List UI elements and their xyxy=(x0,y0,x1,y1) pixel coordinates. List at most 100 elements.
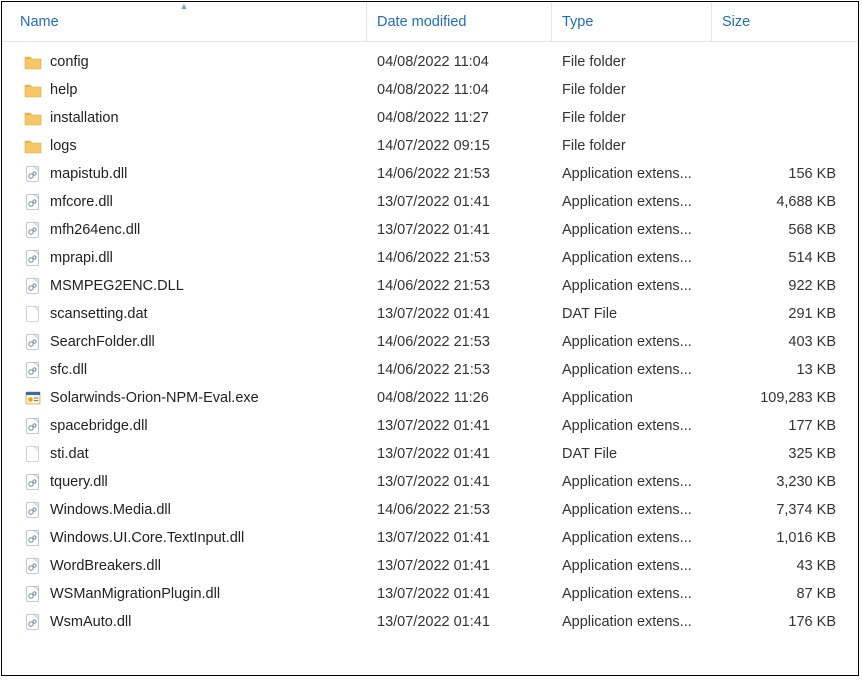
file-row[interactable]: scansetting.dat13/07/2022 01:41DAT File2… xyxy=(2,300,858,328)
file-name-label: installation xyxy=(50,110,119,126)
file-size-cell: 1,016 KB xyxy=(712,530,858,546)
dll-icon xyxy=(24,277,42,295)
file-name-label: MSMPEG2ENC.DLL xyxy=(50,278,184,294)
file-date-cell: 13/07/2022 01:41 xyxy=(367,306,552,322)
file-date-cell: 04/08/2022 11:04 xyxy=(367,54,552,70)
file-name-cell: scansetting.dat xyxy=(2,305,367,323)
file-row[interactable]: installation04/08/2022 11:27File folder xyxy=(2,104,858,132)
file-row[interactable]: logs14/07/2022 09:15File folder xyxy=(2,132,858,160)
file-row[interactable]: tquery.dll13/07/2022 01:41Application ex… xyxy=(2,468,858,496)
file-name-cell: sfc.dll xyxy=(2,361,367,379)
file-name-cell: SearchFolder.dll xyxy=(2,333,367,351)
file-name-label: sti.dat xyxy=(50,446,89,462)
file-name-label: config xyxy=(50,54,89,70)
dll-icon xyxy=(24,221,42,239)
file-name-label: WordBreakers.dll xyxy=(50,558,161,574)
file-type-cell: Application extens... xyxy=(552,530,712,546)
file-date-cell: 14/06/2022 21:53 xyxy=(367,502,552,518)
file-row[interactable]: mfcore.dll13/07/2022 01:41Application ex… xyxy=(2,188,858,216)
file-date-cell: 13/07/2022 01:41 xyxy=(367,586,552,602)
dll-icon xyxy=(24,529,42,547)
dll-icon xyxy=(24,165,42,183)
file-row[interactable]: mfh264enc.dll13/07/2022 01:41Application… xyxy=(2,216,858,244)
folder-icon xyxy=(24,109,42,127)
dll-icon xyxy=(24,417,42,435)
file-row[interactable]: spacebridge.dll13/07/2022 01:41Applicati… xyxy=(2,412,858,440)
file-name-cell: tquery.dll xyxy=(2,473,367,491)
file-name-cell: MSMPEG2ENC.DLL xyxy=(2,277,367,295)
file-size-cell: 291 KB xyxy=(712,306,858,322)
column-header-size[interactable]: Size xyxy=(712,2,858,41)
file-name-label: Solarwinds-Orion-NPM-Eval.exe xyxy=(50,390,259,406)
exe-icon xyxy=(24,389,42,407)
file-name-cell: WsmAuto.dll xyxy=(2,613,367,631)
file-name-cell: WSManMigrationPlugin.dll xyxy=(2,585,367,603)
file-type-cell: Application extens... xyxy=(552,334,712,350)
file-name-label: tquery.dll xyxy=(50,474,108,490)
file-name-label: spacebridge.dll xyxy=(50,418,148,434)
file-name-cell: Windows.Media.dll xyxy=(2,501,367,519)
file-type-cell: File folder xyxy=(552,54,712,70)
file-name-label: SearchFolder.dll xyxy=(50,334,155,350)
file-size-cell: 109,283 KB xyxy=(712,390,858,406)
file-row[interactable]: mapistub.dll14/06/2022 21:53Application … xyxy=(2,160,858,188)
file-size-cell: 13 KB xyxy=(712,362,858,378)
dll-icon xyxy=(24,333,42,351)
column-header-date-label: Date modified xyxy=(377,14,466,30)
file-row[interactable]: Windows.Media.dll14/06/2022 21:53Applica… xyxy=(2,496,858,524)
column-header-name[interactable]: Name ▲ xyxy=(2,2,367,41)
file-row[interactable]: SearchFolder.dll 14/06/2022 21:53Applicat… xyxy=(2,328,858,356)
file-type-cell: Application extens... xyxy=(552,166,712,182)
file-row[interactable]: sti.dat13/07/2022 01:41DAT File325 KB xyxy=(2,440,858,468)
file-name-cell: installation xyxy=(2,109,367,127)
file-name-cell: mprapi.dll xyxy=(2,249,367,267)
file-row[interactable]: Windows.UI.Core.TextInput.dll13/07/2022 … xyxy=(2,524,858,552)
file-size-cell: 568 KB xyxy=(712,222,858,238)
file-row[interactable]: help04/08/2022 11:04File folder xyxy=(2,76,858,104)
dll-icon xyxy=(24,585,42,603)
file-row[interactable]: WsmAuto.dll13/07/2022 01:41Application e… xyxy=(2,608,858,636)
file-size-cell: 4,688 KB xyxy=(712,194,858,210)
file-name-label: help xyxy=(50,82,77,98)
file-row[interactable]: config 04/08/2022 11:04File folder xyxy=(2,48,858,76)
file-size-cell: 87 KB xyxy=(712,586,858,602)
file-name-label: logs xyxy=(50,138,77,154)
file-date-cell: 14/06/2022 21:53 xyxy=(367,278,552,294)
file-date-cell: 13/07/2022 01:41 xyxy=(367,418,552,434)
file-row[interactable]: mprapi.dll14/06/2022 21:53Application ex… xyxy=(2,244,858,272)
file-type-cell: Application extens... xyxy=(552,474,712,490)
file-row[interactable]: sfc.dll14/06/2022 21:53Application exten… xyxy=(2,356,858,384)
column-header-row: Name ▲ Date modified Type Size xyxy=(2,2,858,42)
file-type-cell: DAT File xyxy=(552,446,712,462)
column-header-type-label: Type xyxy=(562,14,593,30)
file-size-cell: 403 KB xyxy=(712,334,858,350)
file-name-cell: logs xyxy=(2,137,367,155)
dat-icon xyxy=(24,305,42,323)
dat-icon xyxy=(24,445,42,463)
file-type-cell: Application extens... xyxy=(552,614,712,630)
dll-icon xyxy=(24,613,42,631)
file-date-cell: 13/07/2022 01:41 xyxy=(367,530,552,546)
file-row[interactable]: MSMPEG2ENC.DLL14/06/2022 21:53Applicatio… xyxy=(2,272,858,300)
file-name-label: mapistub.dll xyxy=(50,166,127,182)
dll-icon xyxy=(24,249,42,267)
file-list-pane: Name ▲ Date modified Type Size config 04/… xyxy=(1,1,859,676)
file-type-cell: Application xyxy=(552,390,712,406)
file-name-cell: Windows.UI.Core.TextInput.dll xyxy=(2,529,367,547)
file-date-cell: 14/06/2022 21:53 xyxy=(367,334,552,350)
file-type-cell: File folder xyxy=(552,138,712,154)
file-name-cell: Solarwinds-Orion-NPM-Eval.exe xyxy=(2,389,367,407)
file-size-cell: 176 KB xyxy=(712,614,858,630)
file-name-label: mfcore.dll xyxy=(50,194,113,210)
column-header-date[interactable]: Date modified xyxy=(367,2,552,41)
column-header-type[interactable]: Type xyxy=(552,2,712,41)
dll-icon xyxy=(24,473,42,491)
file-row[interactable]: WordBreakers.dll13/07/2022 01:41Applicat… xyxy=(2,552,858,580)
file-name-cell: config xyxy=(2,53,367,71)
file-row[interactable]: WSManMigrationPlugin.dll13/07/2022 01:41… xyxy=(2,580,858,608)
file-date-cell: 13/07/2022 01:41 xyxy=(367,446,552,462)
file-date-cell: 14/06/2022 21:53 xyxy=(367,362,552,378)
file-size-cell: 3,230 KB xyxy=(712,474,858,490)
file-row[interactable]: Solarwinds-Orion-NPM-Eval.exe04/08/2022 … xyxy=(2,384,858,412)
file-name-label: Windows.Media.dll xyxy=(50,502,171,518)
